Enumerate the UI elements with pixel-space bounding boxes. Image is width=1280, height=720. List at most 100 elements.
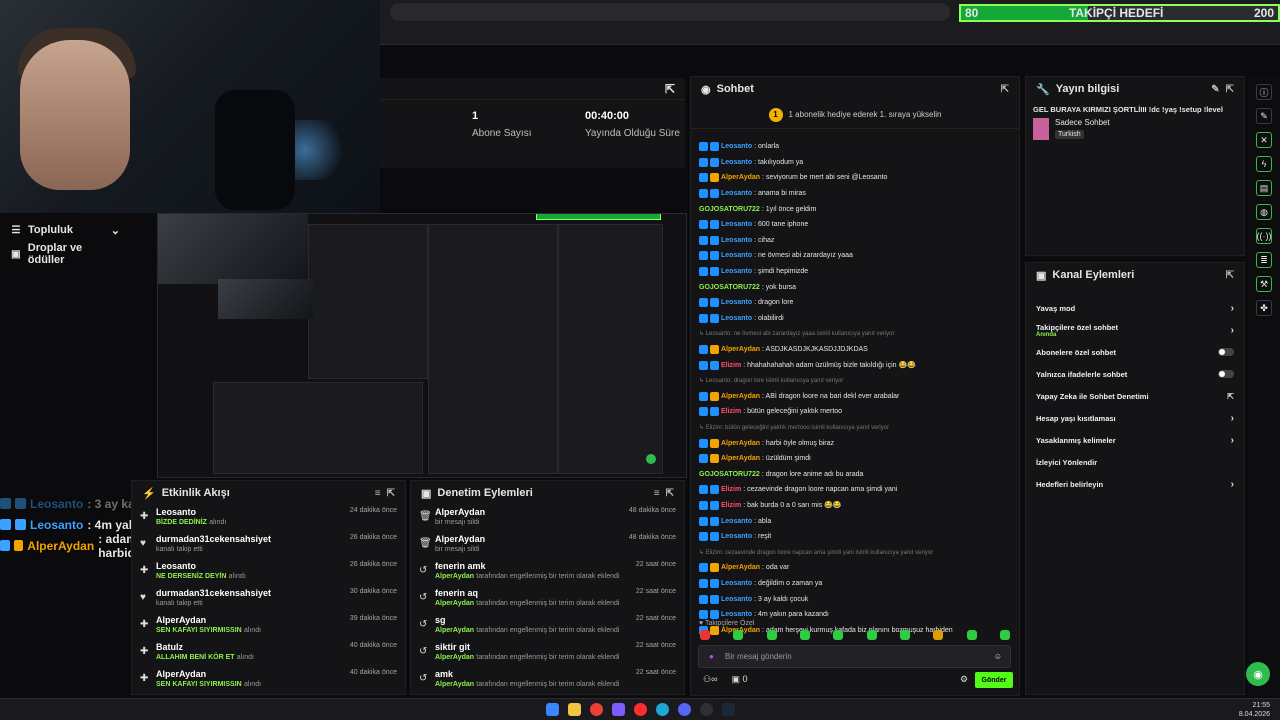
emote-icon[interactable]	[733, 630, 744, 640]
emote-icon[interactable]	[766, 630, 777, 640]
popout-icon[interactable]: ⇱	[1226, 270, 1234, 281]
chat-username[interactable]: Leosanto	[721, 580, 752, 587]
popout-icon[interactable]: ⇱	[665, 82, 675, 96]
chat-bubble-icon[interactable]: ◍	[1256, 204, 1272, 220]
popout-icon[interactable]: ⇱	[666, 488, 674, 499]
close-icon[interactable]: ✕	[1256, 132, 1272, 148]
chat-username[interactable]: Leosanto	[721, 315, 752, 322]
chat-username[interactable]: Leosanto	[721, 237, 752, 244]
filter-icon[interactable]: ≡	[375, 488, 381, 499]
edge-icon[interactable]	[656, 703, 669, 716]
emote-icon[interactable]	[799, 630, 810, 640]
chat-username[interactable]: Leosanto	[721, 533, 752, 540]
chat-assist-icon[interactable]: ◉	[1246, 662, 1270, 686]
chat-username[interactable]: AlperAydan	[721, 455, 760, 462]
chat-username[interactable]: Leosanto	[721, 299, 752, 306]
panel-title: Kanal Eylemleri	[1052, 269, 1135, 281]
clipboard-icon[interactable]: ▤	[1256, 180, 1272, 196]
microphone-icon[interactable]: ●	[709, 652, 714, 661]
users-icon[interactable]: ⚇∞	[703, 674, 717, 685]
discord-icon[interactable]	[678, 703, 691, 716]
emoji-icon[interactable]: ☺	[994, 652, 1002, 661]
chat-input[interactable]: ● Bir mesaj gönderin ☺	[698, 645, 1011, 668]
chevron-right-icon[interactable]: ›	[1231, 479, 1234, 490]
chat-username[interactable]: Elizim	[721, 408, 741, 415]
popout-icon[interactable]: ⇱	[1226, 84, 1234, 95]
chat-username[interactable]: Leosanto	[721, 518, 752, 525]
chat-username[interactable]: Leosanto	[721, 221, 752, 228]
toggle-switch[interactable]	[1218, 348, 1234, 356]
edit-icon[interactable]: ✎	[1211, 84, 1219, 95]
points-counter[interactable]: ▣ 0	[731, 674, 747, 685]
chat-username[interactable]: GOJOSATORU722	[699, 471, 760, 478]
system-clock[interactable]: 21:55 8.04.2026	[1239, 701, 1270, 719]
emote-icon[interactable]	[933, 630, 944, 640]
channel-action-item[interactable]: İzleyici Yönlendir	[1026, 451, 1244, 473]
popout-icon[interactable]: ⇱	[387, 488, 395, 499]
emote-icon[interactable]	[966, 630, 977, 640]
obs-icon[interactable]	[700, 703, 713, 716]
gift-goal-banner[interactable]: 1 1 abonelik hediye ederek 1. sıraya yük…	[691, 101, 1019, 129]
chrome-icon[interactable]	[590, 703, 603, 716]
address-bar[interactable]	[390, 3, 950, 21]
toggle-switch[interactable]	[1218, 370, 1234, 378]
emote-icon[interactable]	[866, 630, 877, 640]
tool-icon[interactable]: ⚒	[1256, 276, 1272, 292]
emote-icon[interactable]	[999, 630, 1010, 640]
pen-icon[interactable]: ✎	[1256, 108, 1272, 124]
chat-username[interactable]: Leosanto	[721, 190, 752, 197]
emote-icon[interactable]	[833, 630, 844, 640]
chevron-right-icon[interactable]: ›	[1231, 413, 1234, 424]
chat-username[interactable]: Leosanto	[721, 268, 752, 275]
chat-username[interactable]: Elizim	[721, 486, 741, 493]
chat-username[interactable]: Leosanto	[721, 611, 752, 618]
file-explorer-icon[interactable]	[568, 703, 581, 716]
emote-bar[interactable]	[700, 630, 1010, 642]
channel-action-item[interactable]: Yapay Zeka ile Sohbet Denetimi ⇱	[1026, 385, 1244, 407]
info-icon[interactable]: ⓘ	[1256, 84, 1272, 100]
chat-username[interactable]: Leosanto	[721, 252, 752, 259]
chevron-right-icon[interactable]: ›	[1231, 325, 1234, 336]
chat-username[interactable]: AlperAydan	[721, 346, 760, 353]
emote-icon[interactable]	[899, 630, 910, 640]
broadcast-icon[interactable]: ((·))	[1256, 228, 1272, 244]
channel-action-item[interactable]: Yalnızca ifadelerle sohbet	[1026, 363, 1244, 385]
puzzle-icon[interactable]: ✤	[1256, 300, 1272, 316]
external-link-icon[interactable]: ⇱	[1227, 392, 1234, 401]
chat-username[interactable]: AlperAydan	[721, 440, 760, 447]
sidebar-item-community[interactable]: ☰ Topluluk ⌄	[0, 218, 130, 242]
channel-action-item[interactable]: Abonelere özel sohbet	[1026, 341, 1244, 363]
sidebar-item-drops[interactable]: ▣ Droplar ve ödüller	[0, 242, 130, 266]
channel-action-item[interactable]: Hedefleri belirleyin ›	[1026, 473, 1244, 495]
chat-username[interactable]: AlperAydan	[721, 393, 760, 400]
gaming-chair	[215, 90, 295, 210]
start-icon[interactable]	[546, 703, 559, 716]
steam-icon[interactable]	[722, 703, 735, 716]
popout-icon[interactable]: ⇱	[1001, 84, 1009, 95]
filter-icon[interactable]: ≡	[654, 488, 660, 499]
opera-icon[interactable]	[634, 703, 647, 716]
app-icon[interactable]	[612, 703, 625, 716]
channel-action-item[interactable]: Yasaklanmış kelimeler ›	[1026, 429, 1244, 451]
channel-action-item[interactable]: Yavaş mod ›	[1026, 297, 1244, 319]
chevron-right-icon[interactable]: ›	[1231, 303, 1234, 314]
emote-icon[interactable]	[700, 630, 710, 640]
chat-username[interactable]: Leosanto	[721, 143, 752, 150]
chat-username[interactable]: GOJOSATORU722	[699, 284, 760, 291]
send-button[interactable]: Gönder	[975, 672, 1013, 688]
chat-username[interactable]: GOJOSATORU722	[699, 206, 760, 213]
chat-username[interactable]: Elizim	[721, 502, 741, 509]
lightning-icon[interactable]: ϟ	[1256, 156, 1272, 172]
chevron-right-icon[interactable]: ›	[1231, 435, 1234, 446]
chat-username[interactable]: Leosanto	[721, 159, 752, 166]
channel-action-item[interactable]: Takipçilere özel sohbet Anında ›	[1026, 319, 1244, 341]
chat-username[interactable]: Leosanto	[721, 596, 752, 603]
badge-icon	[0, 519, 11, 530]
server-icon[interactable]: ≣	[1256, 252, 1272, 268]
channel-action-item[interactable]: Hesap yaşı kısıtlaması ›	[1026, 407, 1244, 429]
settings-icon[interactable]: ⚙	[960, 674, 968, 685]
chat-username[interactable]: AlperAydan	[721, 564, 760, 571]
chat-username[interactable]: Elizim	[721, 362, 741, 369]
badge-icon	[710, 298, 719, 308]
chat-username[interactable]: AlperAydan	[721, 174, 760, 181]
